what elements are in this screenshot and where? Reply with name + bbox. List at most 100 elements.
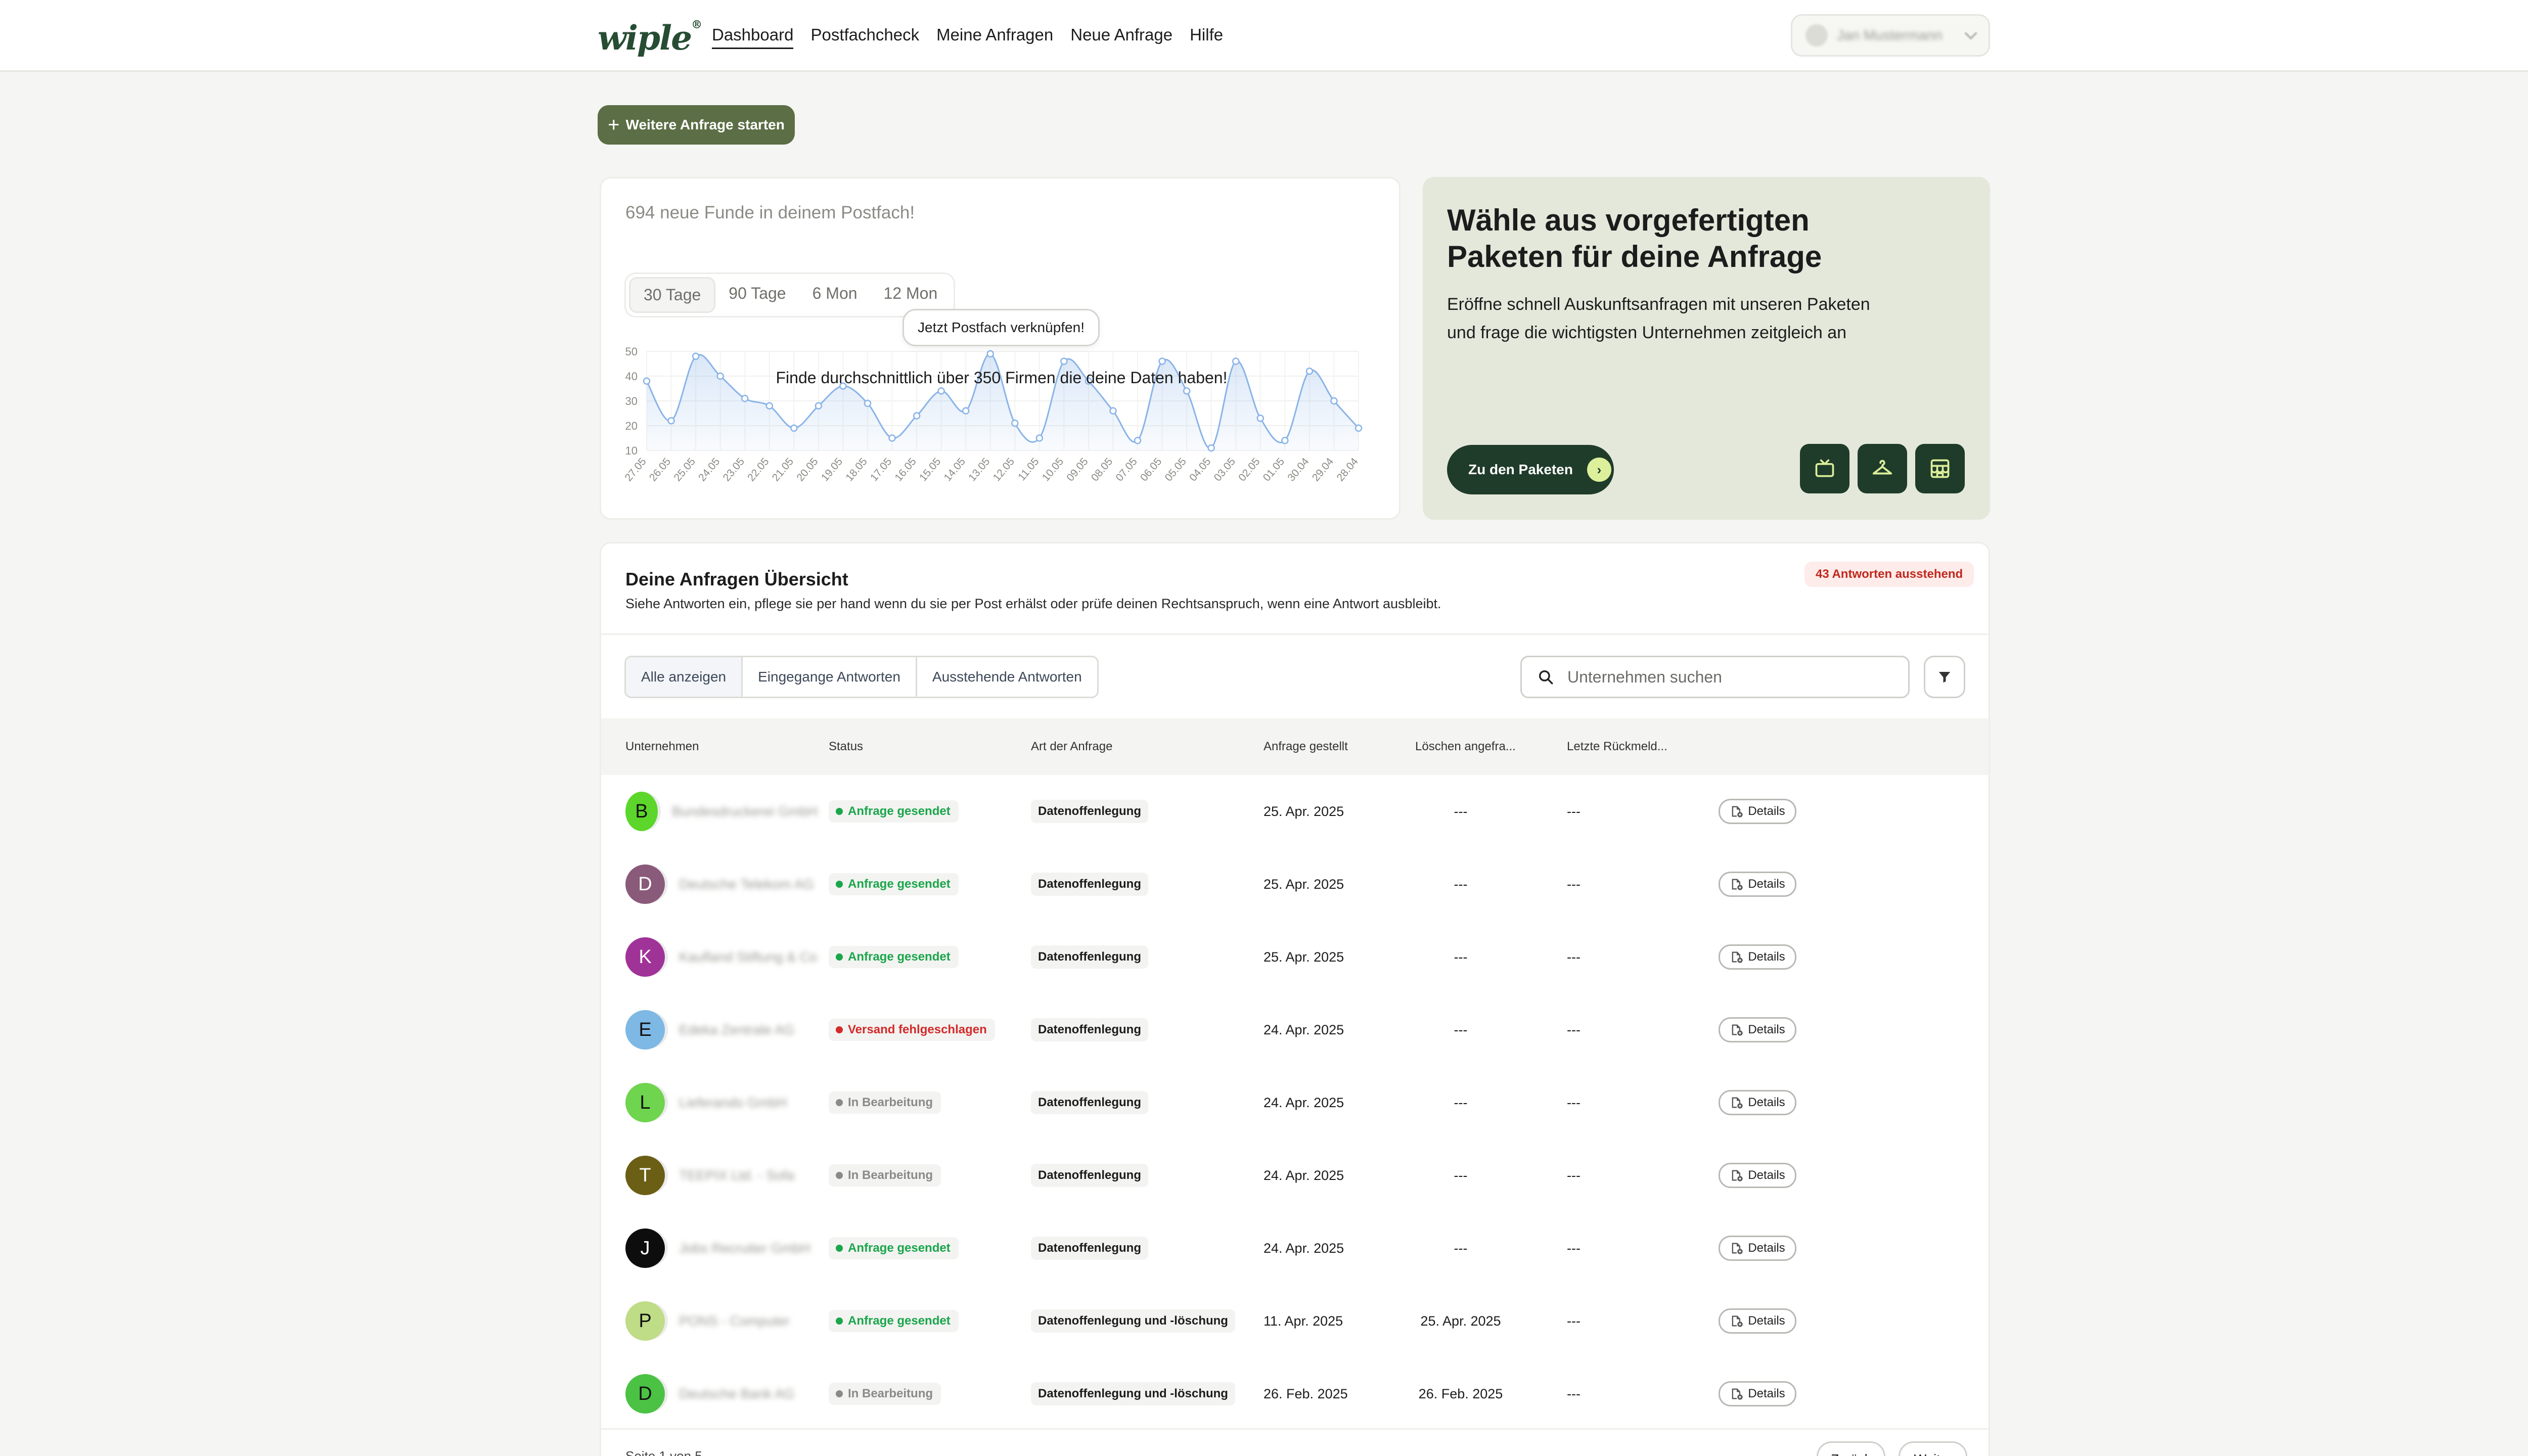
company-name[interactable]: Kaufland Stiftung & Co [679, 949, 817, 965]
user-menu[interactable]: Jan Mustermann [1791, 14, 1990, 57]
details-cell: Details [1719, 775, 1796, 848]
filter-tab-pending[interactable]: Ausstehende Antworten [917, 657, 1097, 697]
user-name: Jan Mustermann [1837, 27, 1943, 43]
filter-tab-all[interactable]: Alle anzeigen [626, 657, 743, 697]
requested-date: 26. Feb. 2025 [1263, 1386, 1348, 1401]
company-name[interactable]: Jobs Recruiter GmbH [679, 1241, 810, 1256]
table-row[interactable]: L Lieferando GmbH In Bearbeitung Datenoffen… [601, 1066, 1989, 1139]
details-button[interactable]: Details [1719, 1308, 1796, 1334]
nav-dashboard[interactable]: Dashboard [712, 25, 794, 49]
request-type-cell: Datenoffenlegung [1031, 848, 1148, 921]
request-type-cell: Datenoffenlegung [1031, 1066, 1148, 1139]
requested-date: 25. Apr. 2025 [1263, 876, 1344, 892]
request-type-badge: Datenoffenlegung [1031, 945, 1148, 969]
table-row[interactable]: J Jobs Recruiter GmbH Anfrage gesendet Date… [601, 1212, 1989, 1285]
table-row[interactable]: P PONS - Computer Anfrage gesendet Datenoff… [601, 1285, 1989, 1357]
data-point [815, 402, 823, 410]
column-header-status[interactable]: Status [829, 718, 1021, 775]
range-tab-90-tage[interactable]: 90 Tage [715, 277, 799, 313]
company-name[interactable]: Deutsche Telekom AG [679, 877, 814, 892]
column-header-request-type[interactable]: Art der Anfrage [1031, 718, 1243, 775]
company-cell: E Edeka Zentrale AG [625, 993, 818, 1066]
x-tick-label: 12.05 [991, 456, 1017, 483]
company-avatar: D [625, 1374, 665, 1414]
table-row[interactable]: K Kaufland Stiftung & Co Anfrage gesendet D… [601, 921, 1989, 993]
request-type-cell: Datenoffenlegung [1031, 921, 1148, 993]
table-row[interactable]: B Bundesdruckerei GmbH Anfrage gesendet Dat… [601, 775, 1989, 848]
company-name[interactable]: Deutsche Bank AG [679, 1386, 794, 1402]
to-packages-button[interactable]: Zu den Paketen › [1447, 445, 1614, 494]
details-button[interactable]: Details [1719, 1017, 1796, 1042]
document-icon [1732, 1243, 1743, 1254]
column-header-last-response[interactable]: Letzte Rückmeld... [1567, 718, 1668, 775]
x-tick-label: 04.05 [1187, 456, 1213, 483]
column-header-deletion[interactable]: Löschen angefra... [1415, 718, 1516, 775]
table-row[interactable]: D Deutsche Telekom AG Anfrage gesendet Date… [601, 848, 1989, 921]
x-tick-label: 18.05 [843, 456, 869, 483]
data-point [986, 350, 994, 358]
company-name[interactable]: PONS - Computer [679, 1313, 790, 1329]
nav-meine-anfragen[interactable]: Meine Anfragen [936, 25, 1053, 49]
status-badge: Anfrage gesendet [829, 873, 959, 895]
data-point [1134, 437, 1142, 444]
company-cell: L Lieferando GmbH [625, 1066, 818, 1139]
data-point [962, 407, 970, 415]
x-tick-label: 16.05 [892, 456, 918, 483]
range-tab-12-mon[interactable]: 12 Mon [871, 277, 951, 313]
company-name[interactable]: Lieferando GmbH [679, 1095, 787, 1111]
wiple-logo[interactable]: wiple® [598, 18, 702, 58]
company-cell: K Kaufland Stiftung & Co [625, 921, 818, 993]
details-button[interactable]: Details [1719, 872, 1796, 897]
divider [601, 1428, 1989, 1430]
status-badge: Anfrage gesendet [829, 800, 959, 823]
nav-hilfe[interactable]: Hilfe [1190, 25, 1223, 49]
company-name[interactable]: Edeka Zentrale AG [679, 1022, 794, 1038]
table-row[interactable]: E Edeka Zentrale AG Versand fehlgeschlagen… [601, 993, 1989, 1066]
store-icon[interactable] [1915, 444, 1965, 493]
deletion-date: 26. Feb. 2025 [1418, 1386, 1503, 1401]
table-row[interactable]: D Deutsche Bank AG In Bearbeitung Datenoffe… [601, 1357, 1989, 1430]
hanger-icon[interactable] [1858, 444, 1907, 493]
details-button[interactable]: Details [1719, 1090, 1796, 1115]
next-page-button[interactable]: Weiter [1899, 1441, 1967, 1456]
details-button[interactable]: Details [1719, 1381, 1796, 1406]
x-tick-label: 24.05 [696, 456, 722, 483]
range-tab-6-mon[interactable]: 6 Mon [799, 277, 871, 313]
company-name[interactable]: TEEPIX Ltd. - Sofa [679, 1168, 794, 1184]
nav-postfachcheck[interactable]: Postfachcheck [810, 25, 919, 49]
details-button[interactable]: Details [1719, 944, 1796, 970]
nav-neue-anfrage[interactable]: Neue Anfrage [1070, 25, 1172, 49]
company-initial: B [635, 800, 648, 822]
details-button[interactable]: Details [1719, 1163, 1796, 1188]
company-search-input[interactable] [1567, 667, 1891, 687]
data-point [1355, 424, 1363, 432]
status-cell: Versand fehlgeschlagen [829, 993, 995, 1066]
x-tick-label: 10.05 [1040, 456, 1066, 483]
document-icon [1732, 879, 1743, 890]
tv-icon[interactable] [1800, 444, 1849, 493]
connect-mailbox-button[interactable]: Jetzt Postfach verknüpfen! [902, 309, 1100, 346]
status-label: Anfrage gesendet [848, 950, 951, 964]
x-tick-label: 03.05 [1212, 456, 1238, 483]
filter-tab-received[interactable]: Eingegange Antworten [743, 657, 917, 697]
start-new-request-button[interactable]: + Weitere Anfrage starten [598, 105, 795, 145]
y-tick-label: 50 [625, 345, 638, 358]
status-badge: In Bearbeitung [829, 1383, 941, 1405]
data-point [913, 412, 921, 420]
last-response: --- [1567, 1313, 1581, 1329]
details-button[interactable]: Details [1719, 799, 1796, 824]
details-button[interactable]: Details [1719, 1236, 1796, 1261]
column-header-requested[interactable]: Anfrage gestellt [1263, 718, 1405, 775]
x-tick-label: 15.05 [917, 456, 943, 483]
status-cell: In Bearbeitung [829, 1357, 941, 1430]
filter-icon [1938, 672, 1951, 683]
user-avatar [1805, 24, 1828, 47]
filter-button[interactable] [1924, 656, 1965, 698]
company-name[interactable]: Bundesdruckerei GmbH [672, 804, 818, 820]
column-header-company[interactable]: Unternehmen [625, 718, 818, 775]
status-badge: In Bearbeitung [829, 1091, 941, 1114]
range-tab-30-tage[interactable]: 30 Tage [629, 277, 716, 313]
table-row[interactable]: T TEEPIX Ltd. - Sofa In Bearbeitung Datenof… [601, 1139, 1989, 1212]
prev-page-button[interactable]: Zurück [1817, 1441, 1885, 1456]
details-label: Details [1748, 1314, 1785, 1328]
